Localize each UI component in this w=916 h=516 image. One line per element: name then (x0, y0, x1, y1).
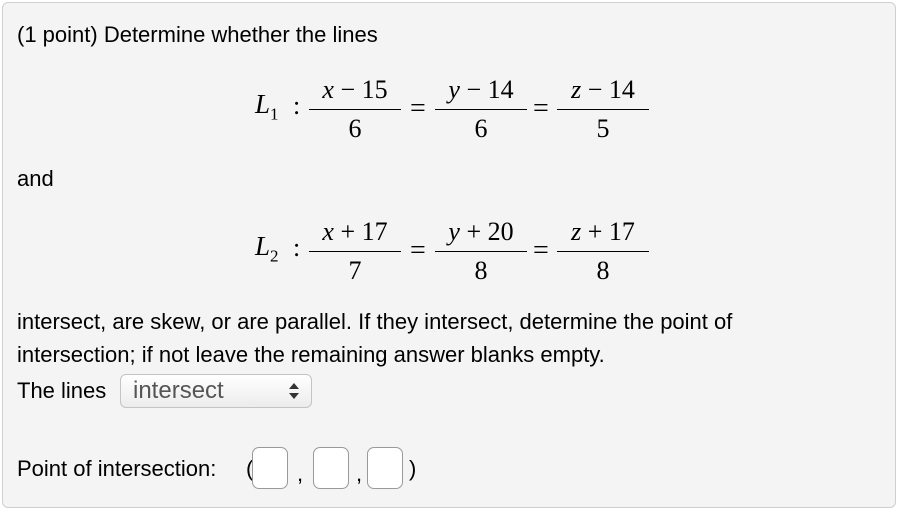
line2-equals-1: = (410, 235, 426, 266)
line1-equation: L1 : x − 15 6 = y − 14 6 = z − 14 5 (3, 73, 897, 153)
line2-equals-2: = (533, 235, 549, 266)
line1-fraction-z: z − 14 5 (557, 73, 649, 146)
select-value: intersect (133, 377, 224, 404)
point-x-input[interactable] (252, 447, 288, 489)
instructions-line1: intersect, are skew, or are parallel. If… (17, 309, 733, 334)
comma-2: , (356, 461, 363, 486)
line2-fraction-y: y + 20 8 (435, 215, 527, 288)
line2-equation: L2 : x + 17 7 = y + 20 8 = z + 17 8 (3, 215, 897, 295)
line2-colon: : (293, 233, 301, 262)
relationship-select[interactable]: intersect (120, 374, 312, 408)
line1-fraction-x: x − 15 6 (309, 73, 401, 146)
point-z-input[interactable] (367, 447, 403, 489)
line1-name: L1 (255, 89, 279, 124)
line1-equals-2: = (533, 93, 549, 124)
line2-fraction-z: z + 17 8 (557, 215, 649, 288)
instructions-line2: intersection; if not leave the remaining… (17, 342, 605, 367)
problem-panel: (1 point) Determine whether the lines L1… (2, 2, 896, 508)
comma-1: , (297, 461, 304, 486)
and-text: and (17, 166, 54, 191)
close-paren: ) (409, 456, 417, 481)
line1-fraction-y: y − 14 6 (435, 73, 527, 146)
lines-label: The lines (17, 378, 107, 403)
line2-name: L2 (255, 231, 279, 266)
problem-intro: (1 point) Determine whether the lines (17, 22, 378, 47)
select-arrows-icon (289, 383, 299, 399)
point-y-input[interactable] (313, 447, 349, 489)
line1-colon: : (293, 91, 301, 120)
line2-fraction-x: x + 17 7 (309, 215, 401, 288)
point-label: Point of intersection: (17, 456, 217, 481)
line1-equals-1: = (410, 93, 426, 124)
